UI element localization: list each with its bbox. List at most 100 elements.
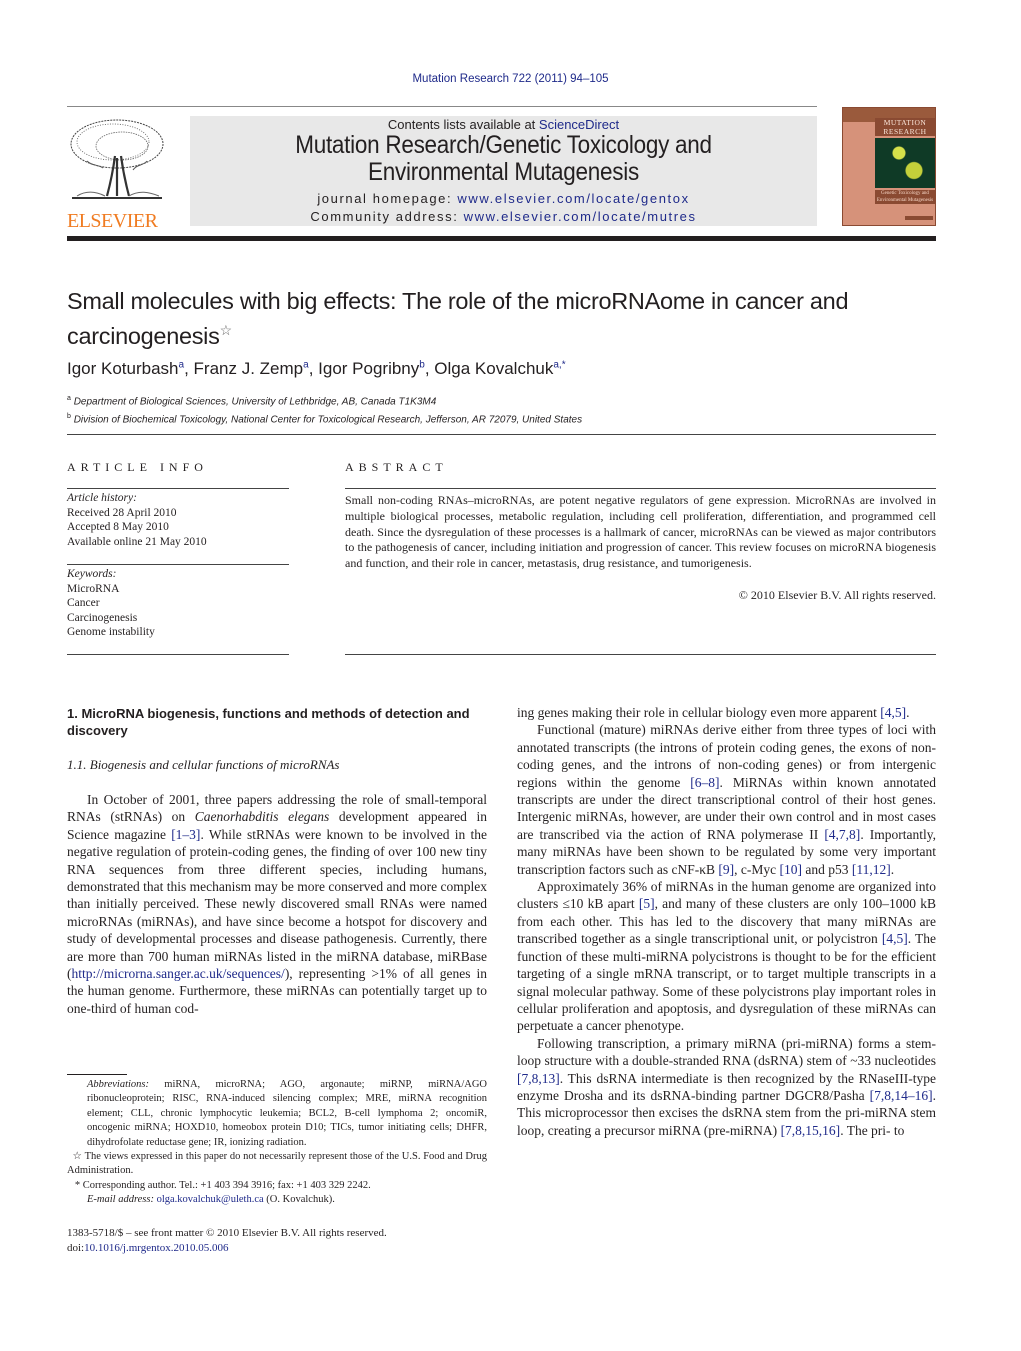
contents-prefix: Contents lists available at <box>387 117 539 132</box>
abstract-rule <box>345 488 936 489</box>
header-top-rule <box>67 106 817 107</box>
reference-link[interactable]: [9] <box>718 862 734 877</box>
article-history-label: Article history: <box>67 492 137 504</box>
community-address: Community address: www.elsevier.com/loca… <box>190 208 817 226</box>
community-label: Community address: <box>310 209 464 224</box>
corresponding-author-footnote: * Corresponding author. Tel.: +1 403 394… <box>67 1179 487 1193</box>
doi-prefix: doi: <box>67 1242 85 1254</box>
abstract-copyright: © 2010 Elsevier B.V. All rights reserved… <box>738 588 936 602</box>
cover-footer-band <box>905 216 933 220</box>
doi-line: doi:10.1016/j.mrgentox.2010.05.006 <box>67 1241 387 1256</box>
body-text: Following transcription, a primary miRNA… <box>517 1035 936 1069</box>
cover-subtitle: Genetic Toxicology and Environmental Mut… <box>875 190 935 204</box>
affiliation-text: Department of Biological Sciences, Unive… <box>73 396 437 408</box>
history-item: Received 28 April 2010 <box>67 506 177 519</box>
reference-link[interactable]: [7,8,14–16] <box>870 1088 933 1103</box>
journal-title-line1: Mutation Research/Genetic Toxicology and <box>295 131 712 159</box>
author-name[interactable]: Olga Kovalchuk <box>434 359 553 378</box>
body-text: , c-Myc <box>734 861 780 877</box>
front-matter: 1383-5718/$ – see front matter © 2010 El… <box>67 1226 387 1256</box>
affiliations-rule <box>67 434 936 435</box>
keyword-item: Cancer <box>67 597 100 610</box>
affiliations: a Department of Biological Sciences, Uni… <box>67 391 582 428</box>
body-paragraph: In October of 2001, three papers address… <box>67 791 487 1017</box>
article-title-text: Small molecules with big effects: The ro… <box>67 288 849 349</box>
history-item: Accepted 8 May 2010 <box>67 521 169 534</box>
keyword-item: MicroRNA <box>67 582 120 595</box>
homepage-label: journal homepage: <box>317 191 458 206</box>
cover-title-line2: RESEARCH <box>883 127 927 136</box>
contents-line: Contents lists available at ScienceDirec… <box>190 117 817 132</box>
doi-link[interactable]: 10.1016/j.mrgentox.2010.05.006 <box>84 1242 228 1254</box>
abstract-bottom-rule <box>345 654 936 655</box>
keywords-label: Keywords: <box>67 568 117 580</box>
journal-title: Mutation Research/Genetic Toxicology and… <box>221 132 785 186</box>
homepage-link[interactable]: www.elsevier.com/locate/gentox <box>457 191 689 206</box>
article-info-rule <box>67 488 289 489</box>
journal-cover[interactable]: MUTATION RESEARCH Genetic Toxicology and… <box>842 107 936 226</box>
title-footnote-star-icon[interactable]: ☆ <box>220 322 233 338</box>
abbreviations-label: Abbreviations: <box>87 1079 150 1090</box>
disclaimer-footnote: ☆ The views expressed in this paper do n… <box>67 1150 487 1179</box>
body-text: . The function of these multi-miRNA poly… <box>517 931 936 1034</box>
author-name[interactable]: Igor Koturbash <box>67 359 179 378</box>
reference-link[interactable]: [11,12] <box>852 862 891 877</box>
community-link[interactable]: www.elsevier.com/locate/mutres <box>464 209 697 224</box>
header-thick-rule <box>67 236 936 241</box>
journal-citation[interactable]: Mutation Research 722 (2011) 94–105 <box>0 73 1021 85</box>
email-link[interactable]: olga.kovalchuk@uleth.ca <box>157 1194 264 1205</box>
abstract-heading: ABSTRACT <box>345 460 448 474</box>
footnote-star-icon: ☆ <box>72 1151 83 1163</box>
reference-link[interactable]: [7,8,15,16] <box>781 1123 841 1138</box>
cover-title: MUTATION RESEARCH <box>875 118 935 136</box>
footnotes: Abbreviations: miRNA, microRNA; AGO, arg… <box>67 1078 487 1208</box>
email-label: E-mail address: <box>87 1194 157 1206</box>
affiliation-mark: a <box>67 395 71 402</box>
body-paragraph: Following transcription, a primary miRNA… <box>517 1035 936 1139</box>
right-column-body: ing genes making their role in cellular … <box>517 704 936 1139</box>
reference-link[interactable]: [5] <box>639 896 655 911</box>
reference-link[interactable]: [1–3] <box>171 827 200 842</box>
cover-micrograph <box>875 138 935 188</box>
journal-banner: Contents lists available at ScienceDirec… <box>190 116 817 226</box>
author-name[interactable]: Igor Pogribny <box>318 359 419 378</box>
affiliation-item: a Department of Biological Sciences, Uni… <box>67 391 582 409</box>
footnote-rule <box>67 1074 127 1075</box>
body-paragraph: ing genes making their role in cellular … <box>517 705 910 720</box>
affiliation-mark: b <box>67 413 71 421</box>
author-list: Igor Koturbasha, Franz J. Zempa, Igor Po… <box>67 359 566 378</box>
author-affiliation-mark[interactable]: a <box>179 359 185 370</box>
sciencedirect-link[interactable]: ScienceDirect <box>539 117 619 132</box>
subsection-heading: 1.1. Biogenesis and cellular functions o… <box>67 757 340 772</box>
reference-link[interactable]: [6–8] <box>690 775 719 790</box>
email-suffix: (O. Kovalchuk). <box>263 1194 335 1206</box>
reference-link[interactable]: [4,5] <box>880 705 906 720</box>
reference-link[interactable]: [10] <box>780 862 803 877</box>
cover-title-line1: MUTATION <box>883 118 927 127</box>
disclaimer-text: The views expressed in this paper do not… <box>67 1151 488 1177</box>
history-item: Available online 21 May 2010 <box>67 535 207 548</box>
mirbase-url-link[interactable]: http://microrna.sanger.ac.uk/sequences/ <box>72 966 285 981</box>
keywords: Keywords: MicroRNA Cancer Carcinogenesis… <box>67 567 155 640</box>
body-text: . The pri- to <box>840 1122 905 1138</box>
elsevier-logo[interactable]: ELSEVIER <box>67 116 167 231</box>
body-text: . While stRNAs were known to be involved… <box>67 826 487 982</box>
email-footnote: E-mail address: olga.kovalchuk@uleth.ca … <box>67 1193 487 1207</box>
keyword-item: Genome instability <box>67 626 155 639</box>
journal-homepage: journal homepage: www.elsevier.com/locat… <box>190 190 817 208</box>
keywords-rule <box>67 564 289 565</box>
author-affiliation-mark[interactable]: a <box>303 359 309 370</box>
keyword-item: Carcinogenesis <box>67 611 138 624</box>
issn-line: 1383-5718/$ – see front matter © 2010 El… <box>67 1227 387 1239</box>
reference-link[interactable]: [4,5] <box>882 931 908 946</box>
author-name[interactable]: Franz J. Zemp <box>194 359 304 378</box>
author-affiliation-mark[interactable]: b <box>419 359 425 370</box>
elsevier-tree-icon <box>70 119 164 199</box>
author-affiliation-mark[interactable]: a,* <box>553 359 565 370</box>
article-info-heading: ARTICLE INFO <box>67 460 208 474</box>
abbreviations-footnote: Abbreviations: miRNA, microRNA; AGO, arg… <box>67 1078 487 1150</box>
reference-link[interactable]: [4,7,8] <box>824 827 860 842</box>
affiliation-item: b Division of Biochemical Toxicology, Na… <box>67 409 582 427</box>
reference-link[interactable]: [7,8,13] <box>517 1071 560 1086</box>
article-title: Small molecules with big effects: The ro… <box>67 287 937 351</box>
